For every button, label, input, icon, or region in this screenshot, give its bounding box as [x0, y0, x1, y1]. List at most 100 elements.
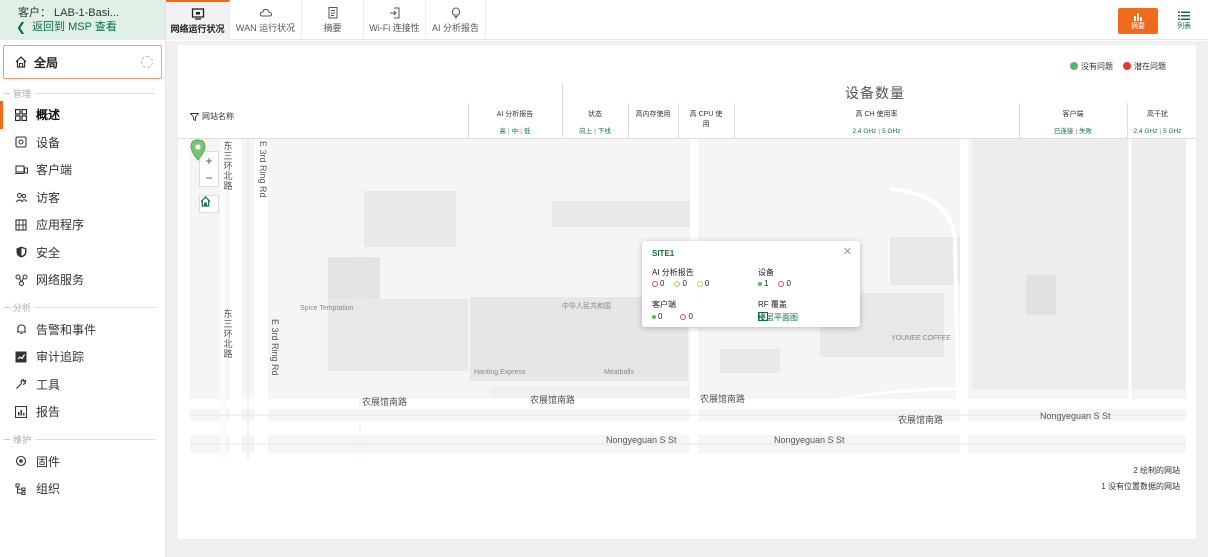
site-name-column-header[interactable]: 网站名称: [190, 111, 234, 122]
back-to-msp-link[interactable]: ❮ 返回到 MSP 查看: [16, 20, 165, 34]
site-popup: SITE1 ✕ AI 分析报告 0 0 0 设备 1 0 客户端 0 0 RF …: [642, 241, 860, 327]
sidebar-item-label: 网络服务: [36, 273, 85, 288]
high-cpu-column: 高 CPU 使用: [689, 111, 723, 128]
zoom-in-button[interactable]: +: [205, 154, 212, 168]
popup-client-label: 客户端: [652, 300, 676, 309]
sidebar-item-label: 设备: [36, 135, 61, 150]
tab-wan-health[interactable]: WAN 运行状况: [230, 0, 302, 40]
tab-ai-reports[interactable]: AI 分析报告: [426, 0, 486, 40]
section-maintain: 维护: [0, 432, 165, 448]
sidebar-item-overview[interactable]: 概述: [0, 101, 165, 129]
audit-icon: [14, 350, 28, 364]
firmware-icon: [14, 454, 28, 468]
org-icon: [14, 482, 28, 496]
ai-reports-column: AI 分析报告 高 | 中 | 低: [468, 103, 562, 139]
list-icon: [1178, 11, 1190, 20]
sidebar-item-devices[interactable]: 设备: [0, 129, 165, 157]
sidebar-item-label: 审计追踪: [36, 350, 85, 365]
map-label-road-en-2: Nongyeguan S St: [606, 435, 677, 445]
bell-icon: [14, 322, 28, 336]
sidebar-item-label: 概述: [36, 108, 61, 123]
sidebar-item-tools[interactable]: 工具: [0, 371, 165, 399]
sidebar-item-clients[interactable]: 客户端: [0, 156, 165, 184]
drawn-sites-count: 2 绘制的网站: [1133, 466, 1180, 475]
sidebar-item-label: 告警和事件: [36, 322, 97, 337]
map-label-younee: YOUNEE COFFEE: [891, 335, 951, 342]
ai-severity-filters[interactable]: 高 | 中 | 低: [468, 125, 562, 135]
wrench-icon: [14, 377, 28, 391]
filter-icon[interactable]: [190, 112, 199, 121]
home-icon: [15, 56, 27, 68]
login-icon: [389, 7, 399, 18]
map-label-road-cn-2: 农展馆南路: [530, 395, 576, 405]
sidebar-item-reports[interactable]: 报告: [0, 398, 165, 426]
client-icon: [14, 163, 28, 177]
sidebar-item-firmware[interactable]: 固件: [0, 448, 165, 476]
site-table-header: 设备数量 网站名称 AI 分析报告 高 | 中 | 低 状态 向上 | 下线 高内存使用 高…: [178, 81, 1196, 139]
map-label-meatballs: Meatballs: [604, 369, 634, 376]
bar-chart-icon: [1134, 12, 1142, 21]
legend-potential-issue: 潜在问题: [1123, 61, 1166, 72]
floorplan-link[interactable]: 楼层平面图: [758, 312, 798, 323]
top-tab-bar: 网络运行状况 WAN 运行状况 摘要 Wi-Fi 连接性 AI 分析报告 摘要 …: [166, 0, 1208, 40]
sidebar-item-label: 访客: [36, 190, 61, 205]
map-label-east-ring-cn: 东三环北路: [223, 141, 233, 191]
device-count-title: 设备数量: [845, 85, 905, 101]
map-label-spice: Spice Temptation: [300, 305, 354, 312]
sidebar-item-label: 安全: [36, 245, 61, 260]
legend-no-issue: 没有问题: [1070, 61, 1113, 72]
no-location-sites-count: 1 没有位置数据的网站: [1101, 482, 1180, 491]
status-legend: 没有问题 潜在问题: [1070, 61, 1166, 72]
high-interference-column: 高干扰 2.4 GHz | 5 GHz: [1133, 111, 1182, 135]
sidebar-item-security[interactable]: 安全: [0, 239, 165, 267]
map-label-east-ring-en: E 3rd Ring Rd: [258, 141, 268, 198]
close-icon[interactable]: ✕: [843, 245, 852, 258]
site-map[interactable]: + − 东三环北路 E 3rd Ring Rd 东三环北路 E 3rd Ring…: [190, 139, 1186, 460]
cloud-icon: [259, 8, 272, 16]
sidebar-item-alerts[interactable]: 告警和事件: [0, 316, 165, 344]
sidebar: 客户： LAB-1-Basi... ❮ 返回到 MSP 查看 全局 管理 概述 …: [0, 0, 166, 557]
sidebar-item-guests[interactable]: 访客: [0, 184, 165, 212]
reset-view-button[interactable]: [199, 195, 219, 213]
tab-summary[interactable]: 摘要: [302, 0, 364, 40]
sidebar-item-label: 固件: [36, 454, 61, 469]
sidebar-item-label: 工具: [36, 377, 61, 392]
lightbulb-icon: [451, 6, 460, 18]
zoom-out-button[interactable]: −: [205, 171, 212, 185]
sidebar-item-organization[interactable]: 组织: [0, 475, 165, 503]
map-label-road-en-3: Nongyeguan S St: [774, 435, 845, 445]
popup-client-values: 0 0: [652, 312, 693, 321]
sidebar-item-applications[interactable]: 应用程序: [0, 211, 165, 239]
map-label-road-en-1: Nongyeguan S St: [1040, 411, 1111, 421]
customer-name: 客户： LAB-1-Basi...: [18, 7, 119, 19]
guests-icon: [14, 190, 28, 204]
tab-network-health[interactable]: 网络运行状况: [166, 0, 230, 40]
high-channel-usage-column: 高 CH 使用率 2.4 GHz | 5 GHz: [852, 111, 901, 135]
popup-ai-label: AI 分析报告: [652, 268, 694, 277]
home-icon: [200, 196, 211, 207]
grid-icon: [14, 108, 28, 122]
sidebar-item-label: 应用程序: [36, 218, 85, 233]
list-view-button[interactable]: 列表: [1170, 8, 1198, 34]
floorplan-icon: [758, 312, 768, 321]
shield-icon: [14, 245, 28, 259]
map-label-east-ring-en-2: E 3rd Ring Rd: [270, 319, 280, 376]
sidebar-item-label: 组织: [36, 482, 61, 497]
sidebar-item-label: 报告: [36, 405, 61, 420]
monitor-icon: [191, 7, 204, 20]
sidebar-item-network-services[interactable]: 网络服务: [0, 266, 165, 294]
popup-site-title[interactable]: SITE1: [652, 249, 674, 258]
device-icon: [14, 135, 28, 149]
scope-selector[interactable]: 全局: [3, 45, 162, 79]
summary-view-button[interactable]: 摘要: [1118, 8, 1158, 34]
site-marker-pin[interactable]: [190, 139, 206, 161]
sidebar-item-label: 客户端: [36, 163, 73, 178]
loading-spinner-icon: [141, 56, 153, 68]
section-manage: 管理: [0, 85, 165, 101]
apps-icon: [14, 218, 28, 232]
tab-wifi-connectivity[interactable]: Wi-Fi 连接性: [364, 0, 426, 40]
map-label-east-ring-cn-2: 东三环北路: [223, 309, 233, 359]
sidebar-item-audit-trail[interactable]: 审计追踪: [0, 343, 165, 371]
popup-device-values: 1 0: [758, 279, 791, 288]
map-label-road-cn-3: 农展馆南路: [700, 394, 746, 404]
